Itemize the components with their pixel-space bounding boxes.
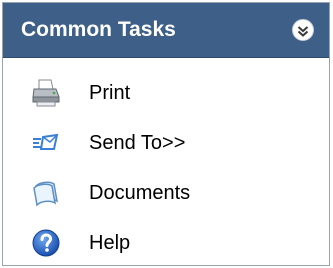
task-print[interactable]: Print bbox=[3, 68, 329, 118]
documents-icon bbox=[29, 176, 63, 210]
task-label: Send To>> bbox=[89, 131, 186, 154]
task-label: Help bbox=[89, 231, 131, 254]
send-to-icon bbox=[29, 126, 63, 160]
panel-header: Common Tasks bbox=[3, 3, 329, 58]
task-send-to[interactable]: Send To>> bbox=[3, 118, 329, 168]
common-tasks-panel: Common Tasks Print Send To>> Documents H… bbox=[2, 2, 330, 266]
help-icon bbox=[29, 226, 63, 260]
task-help[interactable]: Help bbox=[3, 218, 329, 268]
task-documents[interactable]: Documents bbox=[3, 168, 329, 218]
task-label: Documents bbox=[89, 181, 191, 204]
panel-title: Common Tasks bbox=[21, 18, 176, 41]
task-list: Print Send To>> Documents Help bbox=[3, 58, 329, 268]
printer-icon bbox=[29, 76, 63, 110]
task-label: Print bbox=[89, 81, 131, 104]
chevron-double-up-icon[interactable] bbox=[291, 18, 315, 42]
